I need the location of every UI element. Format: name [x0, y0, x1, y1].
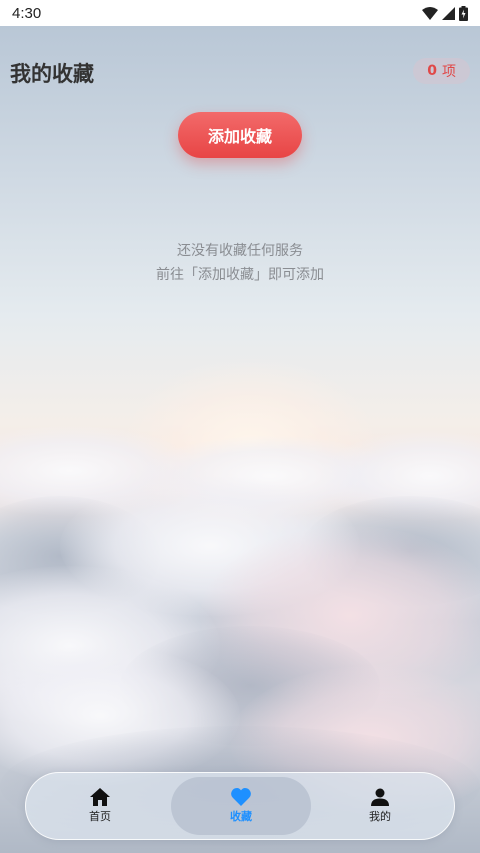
- home-icon: [90, 788, 110, 806]
- tab-profile[interactable]: 我的: [310, 777, 450, 835]
- battery-charging-icon: [459, 5, 468, 21]
- count-value: 0: [427, 63, 437, 79]
- header: 我的收藏 0 项: [0, 56, 480, 88]
- person-icon: [371, 788, 389, 806]
- add-favorite-button[interactable]: 添加收藏: [178, 112, 302, 158]
- status-icons: [422, 5, 468, 21]
- count-unit: 项: [442, 64, 456, 80]
- status-time: 4:30: [12, 4, 42, 22]
- wifi-icon: [422, 6, 438, 20]
- tab-home[interactable]: 首页: [30, 777, 170, 835]
- page-title: 我的收藏: [10, 62, 94, 86]
- favorites-count-badge: 0 项: [413, 58, 470, 84]
- bottom-tab-bar: 首页 收藏 我的: [25, 772, 455, 840]
- status-bar: 4:30: [0, 0, 480, 26]
- tab-favorites[interactable]: 收藏: [171, 777, 311, 835]
- empty-state-message: 还没有收藏任何服务: [177, 243, 303, 259]
- heart-icon: [231, 788, 251, 806]
- tab-home-label: 首页: [89, 810, 111, 823]
- tab-profile-label: 我的: [369, 810, 391, 823]
- empty-state-hint: 前往「添加收藏」即可添加: [156, 267, 324, 283]
- tab-favorites-label: 收藏: [230, 810, 252, 823]
- cellular-signal-icon: [442, 6, 455, 20]
